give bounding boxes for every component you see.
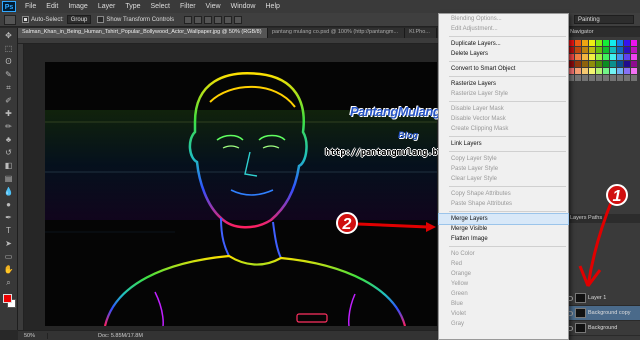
step-2-badge: 2 — [336, 212, 358, 234]
arrow-1 — [578, 199, 614, 287]
annotation-arrows — [357, 199, 614, 287]
photoshop-window: Ps File Edit Image Layer Type Select Filter Vie… — [0, 0, 640, 340]
step-1-badge: 1 — [606, 184, 628, 206]
arrow-2-shaft — [357, 222, 429, 229]
arrow-2-head — [426, 222, 436, 232]
foreground-color-swatch[interactable] — [3, 294, 12, 303]
